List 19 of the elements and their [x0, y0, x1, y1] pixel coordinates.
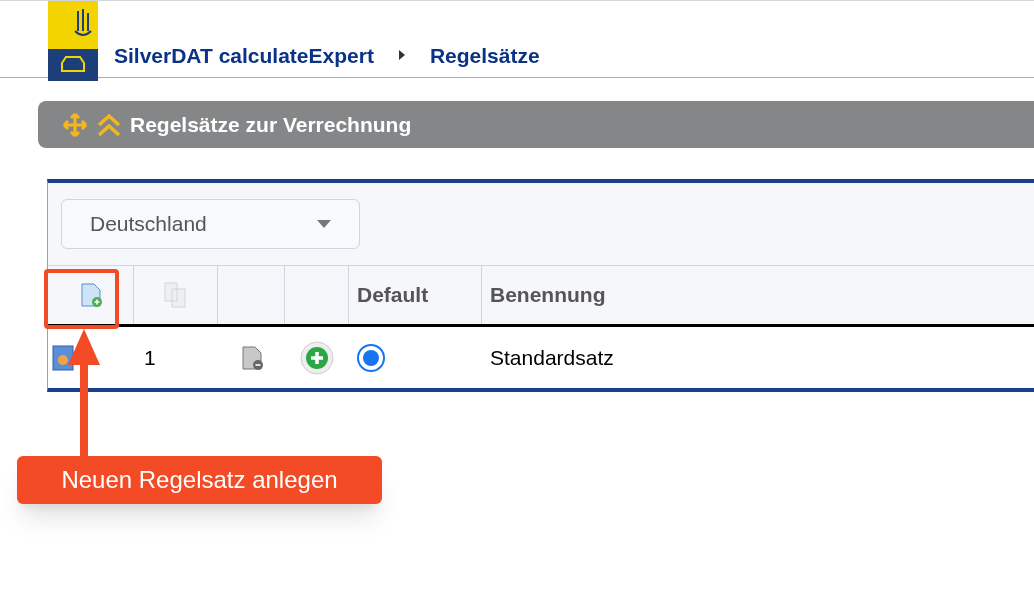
- country-dropdown[interactable]: Deutschland: [61, 199, 360, 249]
- breadcrumb-link[interactable]: SilverDAT calculateExpert: [114, 39, 374, 71]
- triangle-right-icon: [397, 49, 406, 62]
- row-number: 1: [144, 345, 156, 369]
- default-radio[interactable]: [357, 343, 385, 372]
- move-arrows-icon[interactable]: [62, 111, 88, 138]
- add-circle-icon[interactable]: [299, 339, 335, 376]
- edit-document-icon[interactable]: [51, 343, 77, 372]
- caret-icon: [317, 220, 331, 228]
- breadcrumb-link[interactable]: Regelsätze: [429, 39, 540, 71]
- delete-document-icon[interactable]: [239, 344, 264, 371]
- panel-title: Regelsätze zur Verrechnung: [130, 111, 412, 138]
- table-cell: Standardsatz: [490, 345, 614, 369]
- column-header: Benennung: [490, 282, 606, 309]
- double-chevron-up-icon[interactable]: [96, 111, 122, 138]
- logo-icon: [48, 1, 98, 81]
- new-document-icon[interactable]: [78, 282, 103, 308]
- column-header: Default: [357, 282, 429, 309]
- callout-label: Neuen Regelsatz anlegen: [17, 456, 382, 504]
